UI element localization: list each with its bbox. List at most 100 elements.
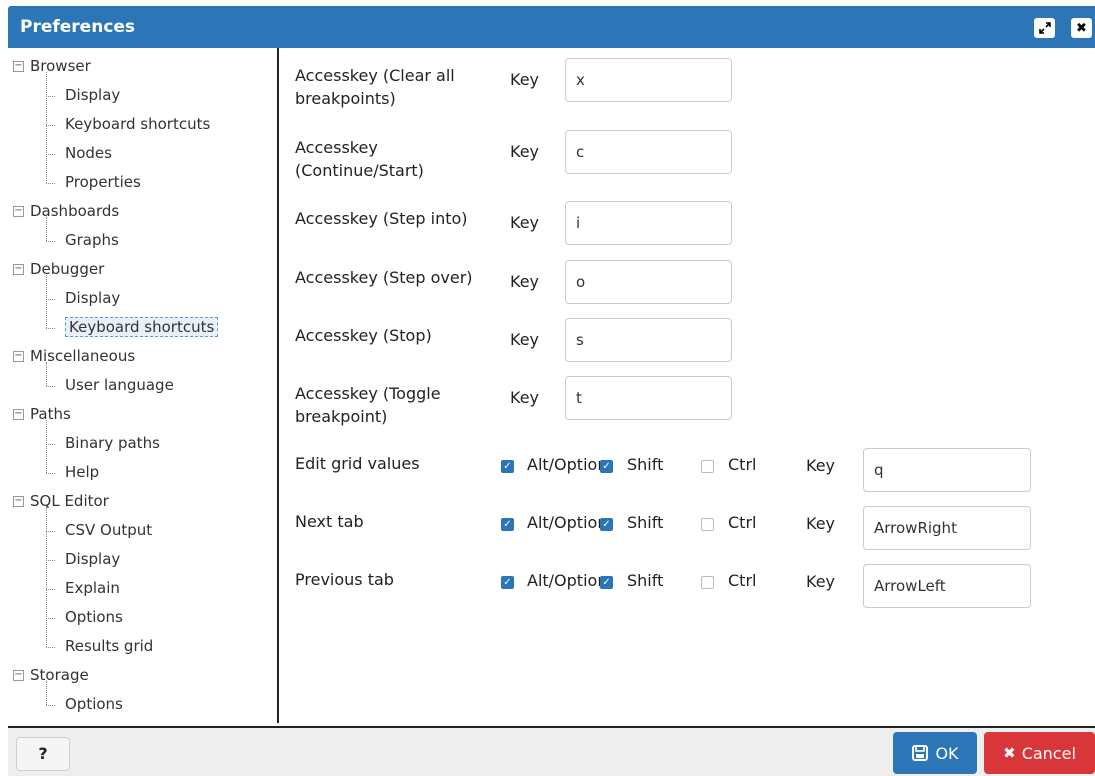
ok-label: OK xyxy=(935,743,959,763)
tree-group[interactable]: − Debugger xyxy=(13,255,105,284)
tree-item[interactable]: Graphs xyxy=(65,226,119,255)
tree-group[interactable]: − Paths xyxy=(13,400,71,429)
tree-item[interactable]: Options xyxy=(65,690,123,719)
tree-connector xyxy=(46,444,55,445)
ctrl-checkbox[interactable] xyxy=(701,518,714,531)
tree-item-label: Nodes xyxy=(65,144,112,162)
tree-item-label: Display xyxy=(65,289,121,307)
shift-label: Shift xyxy=(627,513,664,532)
key-label: Key xyxy=(510,142,540,161)
key-label: Key xyxy=(806,572,836,591)
tree-item-label: Options xyxy=(65,608,123,626)
ctrl-checkbox[interactable] xyxy=(701,460,714,473)
collapse-icon[interactable]: − xyxy=(13,206,24,217)
collapse-icon[interactable]: − xyxy=(13,264,24,275)
collapse-icon[interactable]: − xyxy=(13,409,24,420)
tree-item[interactable]: Display xyxy=(65,545,120,574)
shortcut-label: Previous tab xyxy=(295,570,394,589)
tree-item[interactable]: Options xyxy=(65,603,123,632)
tree-item[interactable]: Display xyxy=(65,81,120,110)
tree-group[interactable]: − Dashboards xyxy=(13,197,120,226)
key-label: Key xyxy=(806,456,836,475)
accesskey-input[interactable] xyxy=(565,58,732,102)
tree-connector xyxy=(46,299,55,300)
alt-option-checkbox[interactable]: ✓ xyxy=(501,576,514,589)
tree-item[interactable]: Display xyxy=(65,284,120,313)
tree-item[interactable]: Keyboard shortcuts xyxy=(65,110,210,139)
collapse-icon[interactable]: − xyxy=(13,61,24,72)
alt-option-checkbox[interactable]: ✓ xyxy=(501,460,514,473)
ctrl-label: Ctrl xyxy=(728,571,757,590)
shift-checkbox[interactable]: ✓ xyxy=(600,518,613,531)
ctrl-checkbox[interactable] xyxy=(701,576,714,589)
tree-connector xyxy=(46,647,55,648)
save-icon xyxy=(912,745,929,761)
shift-checkbox[interactable]: ✓ xyxy=(600,460,613,473)
accesskey-input[interactable] xyxy=(565,376,732,420)
accesskey-label: Accesskey (Stop) xyxy=(295,326,432,345)
tree-connector xyxy=(46,531,55,532)
shortcut-key-input[interactable] xyxy=(863,564,1031,608)
tree-connector xyxy=(46,96,55,97)
tree-item[interactable]: Nodes xyxy=(65,139,112,168)
tree-item-label: CSV Output xyxy=(65,521,153,539)
tree-connector xyxy=(46,183,55,184)
tree-item[interactable]: Keyboard shortcuts xyxy=(65,313,219,342)
maximize-icon xyxy=(1038,22,1051,34)
tree-connector xyxy=(46,328,55,329)
shift-checkbox[interactable]: ✓ xyxy=(600,576,613,589)
ctrl-label: Ctrl xyxy=(728,513,757,532)
accesskey-input[interactable] xyxy=(565,260,732,304)
accesskey-label: Accesskey (Step into) xyxy=(295,209,468,228)
tree-group-label: Dashboards xyxy=(30,202,120,220)
tree-item-label: Binary paths xyxy=(65,434,160,452)
tree-group-label: SQL Editor xyxy=(30,492,109,510)
shortcut-label: Edit grid values xyxy=(295,454,420,473)
maximize-button[interactable] xyxy=(1034,18,1055,38)
accesskey-input[interactable] xyxy=(565,201,732,245)
key-label: Key xyxy=(510,70,540,89)
tree-item-label: Keyboard shortcuts xyxy=(65,115,211,133)
tree-branch-line xyxy=(46,217,47,241)
tree-item[interactable]: User language xyxy=(65,371,174,400)
alt-option-label: Alt/Option xyxy=(527,571,600,590)
tree-group-label: Paths xyxy=(30,405,71,423)
close-button[interactable]: ✖ xyxy=(1071,18,1092,38)
alt-option-checkbox[interactable]: ✓ xyxy=(501,518,514,531)
tree-item[interactable]: Binary paths xyxy=(65,429,160,458)
shortcut-key-input[interactable] xyxy=(863,506,1031,550)
tree-item-label: Help xyxy=(65,463,100,481)
accesskey-input[interactable] xyxy=(565,130,732,174)
tree-group-label: Debugger xyxy=(30,260,105,278)
preferences-panel: Accesskey (Clear all breakpoints) Key Acce… xyxy=(282,48,1095,723)
tree-group[interactable]: − Storage xyxy=(13,661,89,690)
tree-group[interactable]: − Browser xyxy=(13,52,91,81)
collapse-icon[interactable]: − xyxy=(13,351,24,362)
key-label: Key xyxy=(510,388,540,407)
tree-item-label: Properties xyxy=(65,173,141,191)
tree-connector xyxy=(46,705,55,706)
tree-connector xyxy=(46,589,55,590)
tree-item-label: Explain xyxy=(65,579,120,597)
shortcut-key-input[interactable] xyxy=(863,448,1031,492)
cancel-button[interactable]: ✖ Cancel xyxy=(984,732,1095,774)
tree-item[interactable]: Properties xyxy=(65,168,141,197)
tree-group[interactable]: − SQL Editor xyxy=(13,487,109,516)
tree-item[interactable]: Results grid xyxy=(65,632,153,661)
tree-group-label: Browser xyxy=(30,57,91,75)
key-label: Key xyxy=(510,330,540,349)
tree-item[interactable]: Help xyxy=(65,458,99,487)
alt-option-label: Alt/Option xyxy=(527,455,600,474)
tree-item[interactable]: CSV Output xyxy=(65,516,152,545)
tree-branch-line xyxy=(46,507,47,647)
collapse-icon[interactable]: − xyxy=(13,496,24,507)
tree-item[interactable]: Explain xyxy=(65,574,120,603)
ctrl-label: Ctrl xyxy=(728,455,757,474)
tree-item-label: User language xyxy=(65,376,174,394)
accesskey-input[interactable] xyxy=(565,318,732,362)
dialog-footer: ? OK ✖ Cancel xyxy=(8,726,1095,776)
help-button[interactable]: ? xyxy=(16,737,70,771)
collapse-icon[interactable]: − xyxy=(13,670,24,681)
ok-button[interactable]: OK xyxy=(893,732,977,774)
tree-group-label: Storage xyxy=(30,666,89,684)
